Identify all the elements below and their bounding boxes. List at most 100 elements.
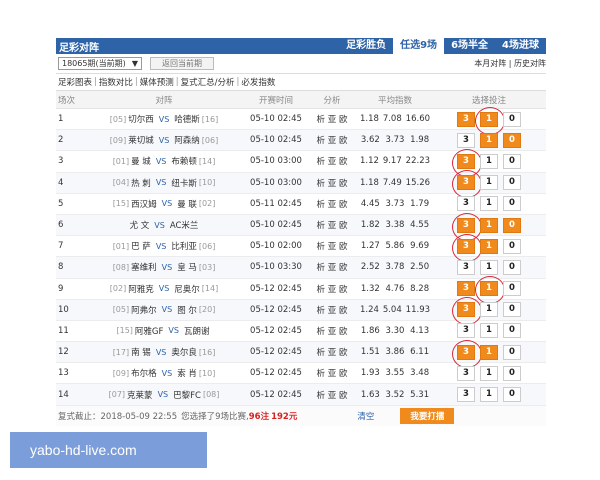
analysis-links[interactable]: 析 亚 欧 — [306, 346, 358, 358]
bet-option-1[interactable]: 1 — [480, 196, 498, 212]
bet-option-3[interactable]: 3 — [452, 212, 482, 241]
home-team[interactable]: 阿弗尔 — [129, 304, 159, 316]
home-team[interactable]: 克莱蒙 — [125, 389, 155, 401]
kickoff-time: 05-11 02:45 — [250, 198, 302, 209]
history-links[interactable]: 本月对阵 | 历史对阵 — [474, 58, 546, 69]
bet-option-0[interactable]: 0 — [503, 323, 521, 339]
bet-option-3[interactable]: 3 — [457, 323, 475, 339]
away-team[interactable]: 索 肖 — [175, 367, 199, 379]
away-team[interactable]: 奥尔良 — [169, 346, 199, 358]
odds-lose: 4.55 — [410, 220, 430, 231]
analysis-links[interactable]: 析 亚 欧 — [306, 367, 358, 379]
analysis-links[interactable]: 析 亚 欧 — [306, 134, 358, 146]
bet-option-0[interactable]: 0 — [503, 196, 521, 212]
bet-option-3[interactable]: 3 — [452, 148, 482, 177]
mode-tab-1[interactable]: 任选9场 — [393, 38, 445, 54]
bet-option-3[interactable]: 3 — [457, 281, 475, 297]
away-team[interactable]: 阿森纳 — [172, 134, 202, 146]
away-team[interactable]: 图 尔 — [175, 304, 199, 316]
analysis-links[interactable]: 析 亚 欧 — [306, 155, 358, 167]
back-to-current-button[interactable]: 返回当前期 — [150, 57, 214, 70]
home-team[interactable]: 曼 城 — [129, 155, 153, 167]
sub-nav-item[interactable]: 必发指数 — [241, 76, 275, 88]
away-team[interactable]: AC米兰 — [168, 219, 201, 231]
bet-option-0[interactable]: 0 — [503, 365, 521, 381]
mode-tab-0[interactable]: 足彩胜负 — [339, 38, 393, 54]
bet-option-0[interactable]: 0 — [503, 387, 521, 403]
bet-option-1[interactable]: 1 — [480, 387, 498, 403]
away-team[interactable]: 纽卡斯 — [169, 177, 199, 189]
analysis-links[interactable]: 析 亚 欧 — [306, 261, 358, 273]
bet-option-1[interactable]: 1 — [475, 106, 505, 135]
submit-button[interactable]: 我要打擂 — [400, 407, 455, 424]
bet-option-0[interactable]: 0 — [503, 302, 521, 318]
bet-option-0[interactable]: 0 — [503, 111, 521, 127]
bet-option-3[interactable]: 3 — [457, 365, 475, 381]
away-team[interactable]: 哈德斯 — [172, 113, 202, 125]
bet-option-0[interactable]: 0 — [503, 153, 521, 169]
bet-option-1[interactable]: 1 — [480, 217, 498, 233]
bet-option-1[interactable]: 1 — [480, 175, 498, 191]
sub-nav-item[interactable]: 复式汇总/分析 — [181, 76, 235, 88]
home-team[interactable]: 南 锡 — [129, 346, 153, 358]
home-team[interactable]: 布尔格 — [129, 367, 159, 379]
bet-option-3[interactable]: 3 — [457, 132, 475, 148]
bet-option-0[interactable]: 0 — [503, 281, 521, 297]
bet-option-3[interactable]: 3 — [457, 259, 475, 275]
bet-option-1[interactable]: 1 — [480, 365, 498, 381]
sub-nav-item[interactable]: 指数对比 — [99, 76, 133, 88]
period-select[interactable]: 18065期(当前期) ▼ — [58, 57, 142, 70]
bet-option-3[interactable]: 3 — [457, 196, 475, 212]
bet-option-1[interactable]: 1 — [475, 276, 505, 305]
bet-option-3[interactable]: 3 — [457, 387, 475, 403]
home-team[interactable]: 莱切城 — [126, 134, 156, 146]
home-team[interactable]: 尤 文 — [128, 219, 152, 231]
analysis-links[interactable]: 析 亚 欧 — [306, 198, 358, 210]
away-team[interactable]: 布赖顿 — [169, 155, 199, 167]
bet-option-1[interactable]: 1 — [480, 132, 498, 148]
home-team[interactable]: 塞维利 — [129, 261, 159, 273]
home-team[interactable]: 切尔西 — [126, 113, 156, 125]
bet-option-0[interactable]: 0 — [503, 344, 521, 360]
bet-option-0[interactable]: 0 — [503, 259, 521, 275]
analysis-links[interactable]: 析 亚 欧 — [306, 113, 358, 125]
away-team[interactable]: 皇 马 — [175, 261, 199, 273]
bet-option-3[interactable]: 3 — [457, 111, 475, 127]
bet-option-3[interactable]: 3 — [452, 297, 482, 326]
analysis-links[interactable]: 析 亚 欧 — [306, 283, 358, 295]
home-team[interactable]: 西汉姆 — [129, 198, 159, 210]
bet-option-1[interactable]: 1 — [480, 153, 498, 169]
home-team[interactable]: 阿雅GF — [133, 325, 165, 337]
clear-button[interactable]: 清空 — [357, 410, 374, 422]
away-team[interactable]: 比利亚 — [169, 240, 199, 252]
away-team[interactable]: 瓦朗谢 — [182, 325, 212, 337]
analysis-links[interactable]: 析 亚 欧 — [306, 389, 358, 401]
sub-nav-item[interactable]: 足彩图表 — [58, 76, 92, 88]
bet-option-1[interactable]: 1 — [480, 344, 498, 360]
bet-option-0[interactable]: 0 — [503, 132, 521, 148]
mode-tab-2[interactable]: 6场半全 — [444, 38, 495, 54]
home-team[interactable]: 热 刺 — [129, 177, 153, 189]
bet-option-1[interactable]: 1 — [480, 323, 498, 339]
analysis-links[interactable]: 析 亚 欧 — [306, 219, 358, 231]
bet-option-0[interactable]: 0 — [503, 175, 521, 191]
away-team[interactable]: 曼 联 — [175, 198, 199, 210]
bet-option-0[interactable]: 0 — [503, 238, 521, 254]
bet-option-3[interactable]: 3 — [452, 170, 482, 199]
home-team[interactable]: 阿雅克 — [126, 283, 156, 295]
analysis-links[interactable]: 析 亚 欧 — [306, 177, 358, 189]
sub-nav-item[interactable]: 媒体预测 — [140, 76, 174, 88]
bet-option-1[interactable]: 1 — [480, 259, 498, 275]
analysis-links[interactable]: 析 亚 欧 — [306, 325, 358, 337]
analysis-links[interactable]: 析 亚 欧 — [306, 240, 358, 252]
bet-option-1[interactable]: 1 — [480, 302, 498, 318]
away-team[interactable]: 巴黎FC — [171, 389, 203, 401]
away-team[interactable]: 尼奥尔 — [172, 283, 202, 295]
analysis-links[interactable]: 析 亚 欧 — [306, 304, 358, 316]
bet-option-3[interactable]: 3 — [452, 339, 482, 368]
bet-option-3[interactable]: 3 — [452, 233, 482, 262]
bet-option-0[interactable]: 0 — [503, 217, 521, 233]
home-team[interactable]: 巴 萨 — [129, 240, 153, 252]
mode-tab-3[interactable]: 4场进球 — [495, 38, 546, 54]
bet-option-1[interactable]: 1 — [480, 238, 498, 254]
